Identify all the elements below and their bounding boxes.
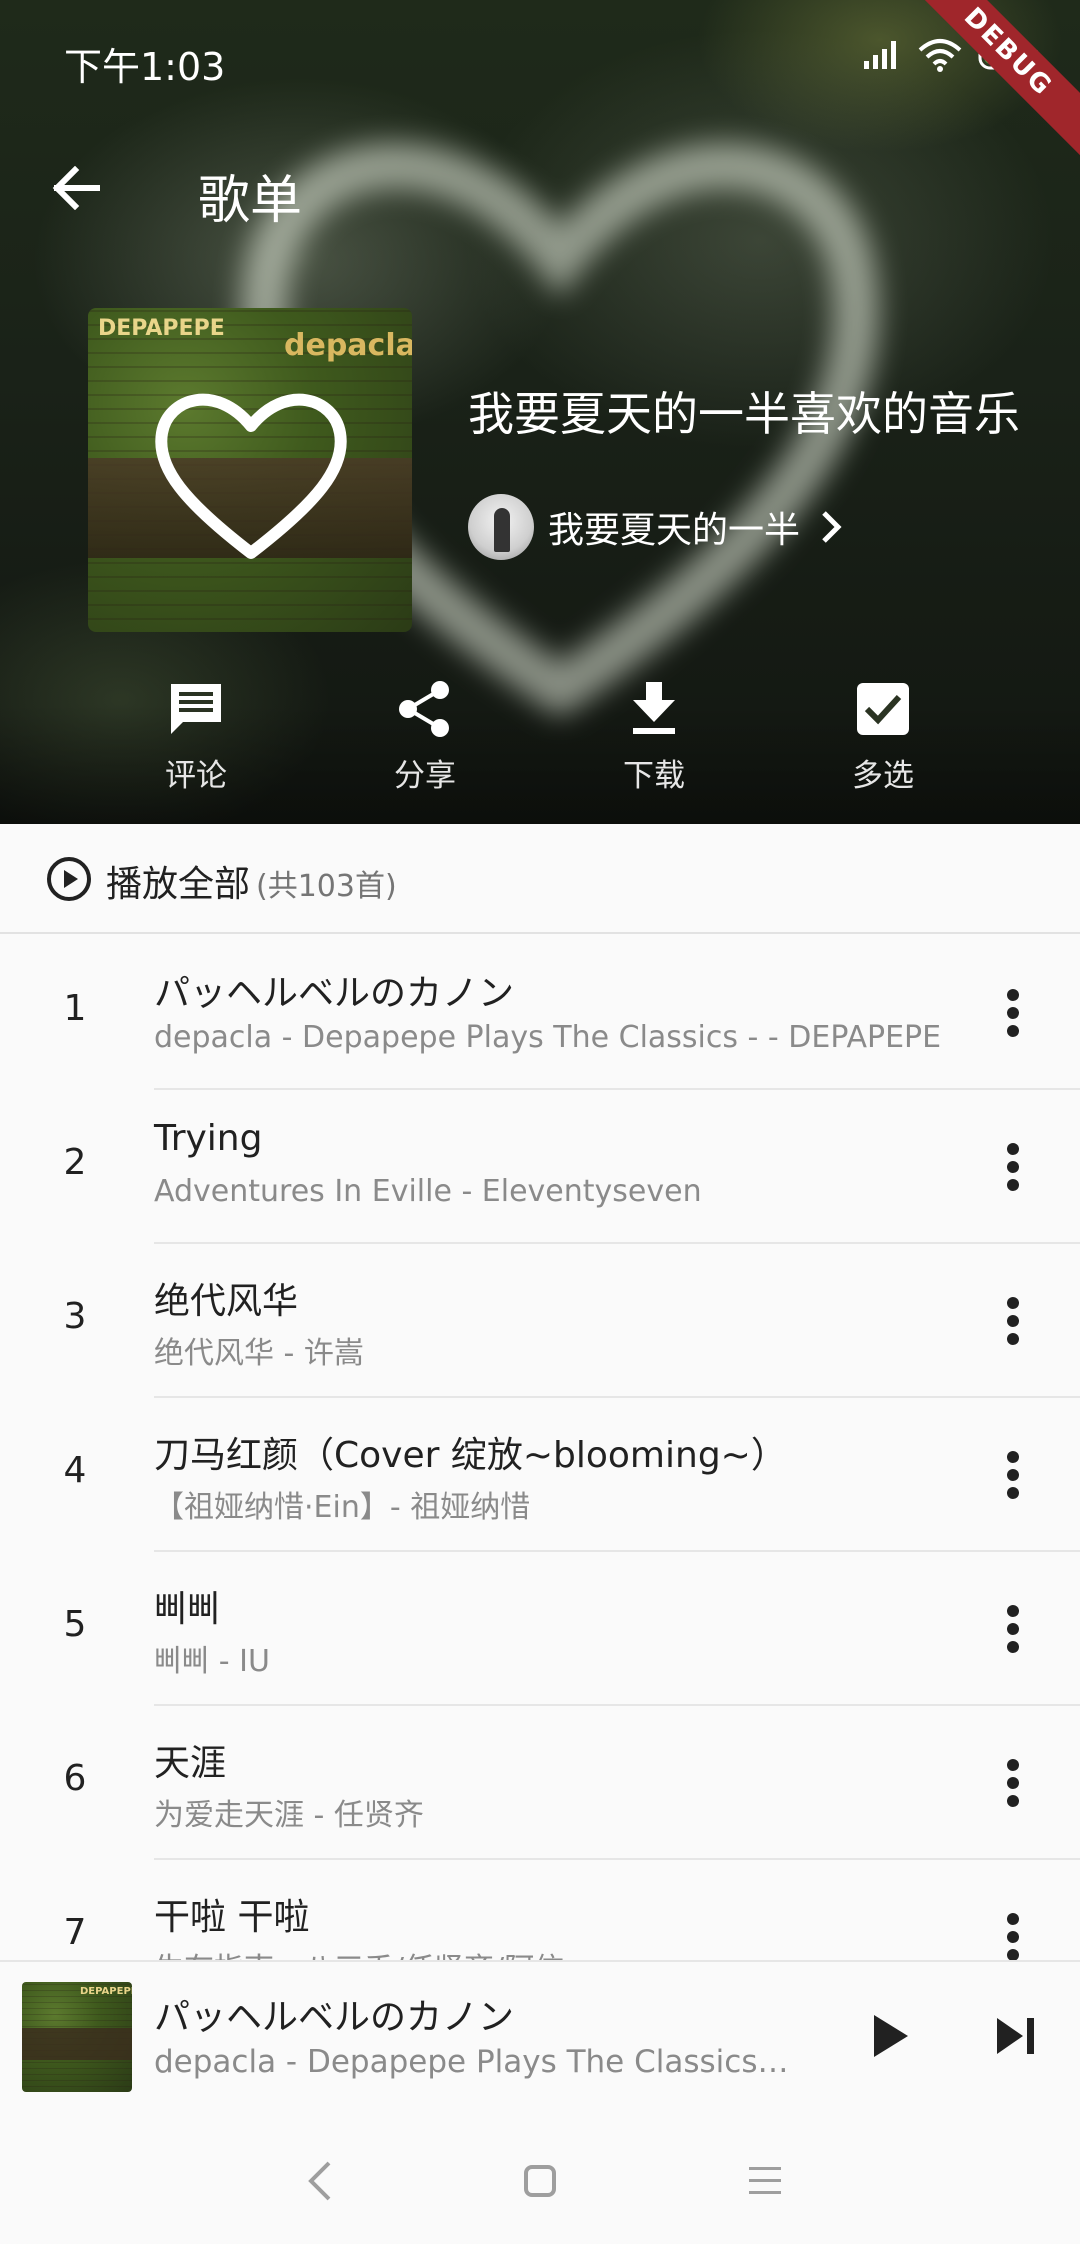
list-item[interactable]: 4 刀马红颜（Cover 绽放~blooming~） 【祖娅纳惜·Ein】- 祖… xyxy=(0,1398,1080,1552)
mini-player-subtitle: depacla - Depapepe Plays The Classics - … xyxy=(154,2044,794,2080)
nav-menu-icon xyxy=(749,2167,781,2194)
next-button[interactable] xyxy=(976,1996,1056,2076)
play-circle-icon xyxy=(47,857,91,901)
status-bar: 下午1:03 xyxy=(0,0,1080,118)
wifi-icon xyxy=(918,39,962,72)
list-item[interactable]: 1 パッヘルベルのカノン depacla - Depapepe Plays Th… xyxy=(0,936,1080,1090)
song-index: 6 xyxy=(63,1758,87,1799)
system-nav-bar xyxy=(0,2114,1080,2244)
more-vert-icon xyxy=(1007,1143,1019,1191)
song-subtitle: 绝代风华 - 许嵩 xyxy=(154,1336,364,1371)
arrow-left-icon xyxy=(52,166,100,210)
comment-icon xyxy=(171,684,221,734)
share-label: 分享 xyxy=(394,758,456,794)
song-count: (共103首) xyxy=(256,869,397,904)
play-all-text: 播放全部 (共103首) xyxy=(106,855,397,907)
list-item[interactable]: 6 天涯 为爱走天涯 - 任贤齐 xyxy=(0,1706,1080,1860)
song-index: 7 xyxy=(63,1912,87,1953)
song-subtitle: 生存指南 - 八三夭/任贤齐/阿信 xyxy=(154,1944,564,1960)
list-item[interactable]: 7 干啦 干啦 生存指南 - 八三夭/任贤齐/阿信 xyxy=(0,1860,1080,1960)
cover-brand-text: DEPAPEPE xyxy=(98,316,225,341)
list-item[interactable]: 5 삐삐 삐삐 - IU xyxy=(0,1552,1080,1706)
song-subtitle: Adventures In Eville - Eleventyseven xyxy=(154,1174,702,1209)
chevron-right-icon xyxy=(822,511,842,543)
multi-select-label: 多选 xyxy=(852,758,914,794)
song-subtitle: 为爱走天涯 - 任贤齐 xyxy=(154,1798,424,1833)
app-bar: 歌单 xyxy=(0,118,1080,258)
share-icon xyxy=(399,681,449,737)
playlist-header: 下午1:03 DEBUG 歌单 DEPAPEPE depacla 我要夏天的一半… xyxy=(0,0,1080,824)
more-button[interactable] xyxy=(980,980,1046,1046)
mini-player-title: パッヘルベルのカノン xyxy=(154,1997,515,2038)
list-item[interactable]: 2 Trying Adventures In Eville - Eleventy… xyxy=(0,1090,1080,1244)
mini-player[interactable]: パッヘルベルのカノン depacla - Depapepe Plays The … xyxy=(0,1960,1080,2114)
more-button[interactable] xyxy=(980,1288,1046,1354)
comment-label: 评论 xyxy=(165,758,227,794)
nav-menu-button[interactable] xyxy=(730,2146,800,2216)
playlist-title: 我要夏天的一半喜欢的音乐 xyxy=(468,387,1020,441)
song-title: 天涯 xyxy=(154,1743,227,1784)
more-button[interactable] xyxy=(980,1904,1046,1960)
more-vert-icon xyxy=(1007,1913,1019,1960)
mini-player-cover xyxy=(22,1982,132,2092)
multi-select-button[interactable]: 多选 xyxy=(803,676,963,795)
nav-home-button[interactable] xyxy=(505,2146,575,2216)
nav-back-button[interactable] xyxy=(285,2146,355,2216)
share-button[interactable]: 分享 xyxy=(345,676,505,795)
song-title: パッヘルベルのカノン xyxy=(154,973,515,1014)
signal-icon xyxy=(864,41,896,69)
playlist-cover[interactable]: DEPAPEPE depacla xyxy=(88,308,412,632)
song-title: 绝代风华 xyxy=(154,1281,299,1322)
page-title: 歌单 xyxy=(198,171,303,231)
play-all-button[interactable]: 播放全部 (共103首) xyxy=(0,824,1080,934)
song-title: Trying xyxy=(154,1118,263,1159)
nav-back-icon xyxy=(308,2161,331,2201)
more-button[interactable] xyxy=(980,1134,1046,1200)
song-index: 3 xyxy=(63,1296,87,1337)
more-vert-icon xyxy=(1007,1451,1019,1499)
more-vert-icon xyxy=(1007,989,1019,1037)
play-all-label: 播放全部 xyxy=(106,864,251,905)
download-button[interactable]: 下载 xyxy=(574,676,734,795)
skip-next-icon xyxy=(997,2018,1034,2054)
song-subtitle: 삐삐 - IU xyxy=(154,1644,270,1679)
song-title: 삐삐 xyxy=(154,1589,221,1630)
action-bar: 评论 分享 下载 多选 xyxy=(0,676,1080,796)
play-button[interactable] xyxy=(850,1996,930,2076)
more-button[interactable] xyxy=(980,1442,1046,1508)
avatar xyxy=(468,494,534,560)
back-button[interactable] xyxy=(40,152,112,224)
download-icon xyxy=(633,682,675,734)
creator-link[interactable]: 我要夏天的一半 xyxy=(468,494,844,560)
more-button[interactable] xyxy=(980,1750,1046,1816)
song-title: 刀马红颜（Cover 绽放~blooming~） xyxy=(154,1435,787,1476)
song-list: 1 パッヘルベルのカノン depacla - Depapepe Plays Th… xyxy=(0,936,1080,1960)
song-index: 2 xyxy=(63,1142,87,1183)
check-box-icon xyxy=(857,683,909,735)
more-vert-icon xyxy=(1007,1605,1019,1653)
more-vert-icon xyxy=(1007,1759,1019,1807)
creator-name: 我要夏天的一半 xyxy=(548,510,801,551)
more-vert-icon xyxy=(1007,1297,1019,1345)
list-item[interactable]: 3 绝代风华 绝代风华 - 许嵩 xyxy=(0,1244,1080,1398)
cover-title-text: depacla xyxy=(284,328,412,363)
status-time: 下午1:03 xyxy=(64,45,226,89)
song-subtitle: 【祖娅纳惜·Ein】- 祖娅纳惜 xyxy=(154,1490,531,1525)
download-label: 下载 xyxy=(623,758,685,794)
play-icon xyxy=(874,2015,908,2057)
nav-home-icon xyxy=(524,2165,556,2197)
song-index: 4 xyxy=(63,1450,87,1491)
song-title: 干啦 干啦 xyxy=(154,1897,310,1938)
song-index: 5 xyxy=(63,1604,87,1645)
comment-button[interactable]: 评论 xyxy=(116,676,276,795)
heart-icon xyxy=(155,393,347,559)
more-button[interactable] xyxy=(980,1596,1046,1662)
song-index: 1 xyxy=(63,988,87,1029)
song-subtitle: depacla - Depapepe Plays The Classics - … xyxy=(154,1020,942,1055)
